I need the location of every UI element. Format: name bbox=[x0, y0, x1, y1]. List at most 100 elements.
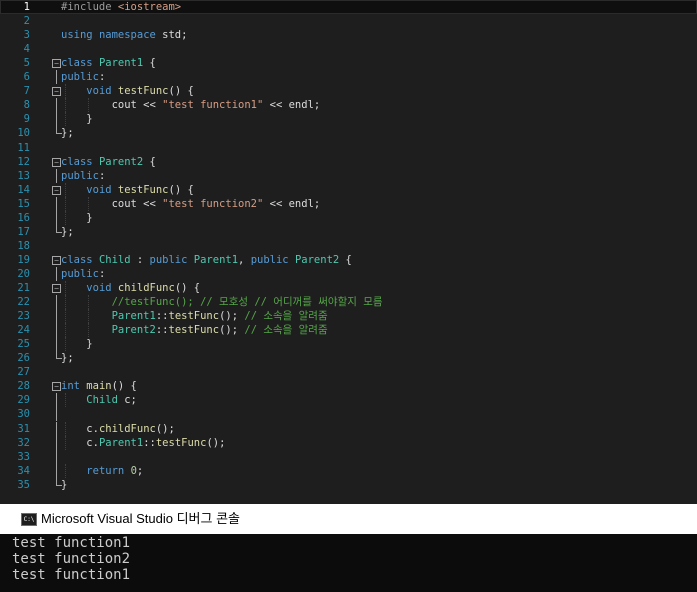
line-number: 22 bbox=[17, 296, 30, 309]
code-line[interactable]: 6 public: bbox=[0, 70, 697, 85]
line-number: 4 bbox=[23, 43, 30, 56]
collapse-toggle-icon[interactable]: − bbox=[52, 185, 61, 195]
collapse-toggle-icon[interactable]: − bbox=[52, 157, 61, 167]
code-text: cout << "test function1" << endl; bbox=[61, 99, 321, 112]
code-line[interactable]: 29 Child c; bbox=[0, 393, 697, 408]
line-number: 8 bbox=[23, 99, 30, 112]
fold-bar bbox=[56, 407, 57, 422]
code-line[interactable]: 35} bbox=[0, 477, 697, 492]
line-number: 20 bbox=[17, 267, 30, 280]
code-text: public: bbox=[61, 169, 106, 182]
code-line[interactable]: 12 − class Parent2 { bbox=[0, 155, 697, 169]
code-line[interactable]: 30 bbox=[0, 407, 697, 422]
line-number: 13 bbox=[17, 169, 30, 182]
code-text: Parent2::testFunc(); // 소속을 알려줌 bbox=[111, 324, 328, 337]
line-number: 34 bbox=[17, 464, 30, 477]
code-line[interactable]: 22 //testFunc(); // 모호성 // 어디꺼를 써야할지 모름 bbox=[0, 295, 697, 310]
line-number: 24 bbox=[17, 324, 30, 337]
code-line[interactable]: 15 cout << "test function2" << endl; bbox=[0, 196, 697, 211]
code-text: #include <iostream> bbox=[61, 1, 182, 13]
fold-bar bbox=[56, 295, 57, 310]
fold-bar bbox=[56, 449, 57, 464]
fold-bar bbox=[56, 309, 57, 324]
code-text: }; bbox=[61, 225, 74, 238]
code-text: class Parent2 { bbox=[61, 155, 156, 168]
console-titlebar[interactable]: C:\ Microsoft Visual Studio 디버그 콘솔 bbox=[0, 504, 697, 534]
fold-bar bbox=[56, 266, 57, 281]
code-text: void testFunc() { bbox=[86, 183, 194, 196]
code-line[interactable]: 10}; bbox=[0, 126, 697, 140]
code-text: void childFunc() { bbox=[86, 282, 201, 294]
fold-bar bbox=[56, 393, 57, 408]
code-text: }; bbox=[61, 352, 74, 365]
code-line[interactable]: 33 bbox=[0, 449, 697, 464]
line-number: 9 bbox=[23, 113, 30, 126]
line-number: 18 bbox=[17, 239, 30, 252]
code-line[interactable]: 3 using namespace std; bbox=[0, 28, 697, 42]
line-number: 30 bbox=[17, 408, 30, 421]
collapse-toggle-icon[interactable]: − bbox=[52, 255, 61, 265]
code-line[interactable]: 2 bbox=[0, 14, 697, 28]
code-line[interactable]: 24 Parent2::testFunc(); // 소속을 알려줌 bbox=[0, 323, 697, 338]
console-output-line: test function2 bbox=[12, 551, 131, 567]
collapse-toggle-icon[interactable]: − bbox=[52, 382, 61, 392]
fold-bar bbox=[56, 168, 57, 183]
code-line[interactable]: 17}; bbox=[0, 224, 697, 239]
console-title: Microsoft Visual Studio 디버그 콘솔 bbox=[41, 511, 241, 526]
code-text: //testFunc(); // 모호성 // 어디꺼를 써야할지 모름 bbox=[111, 296, 383, 309]
code-line[interactable]: 14 − void testFunc() { bbox=[0, 182, 697, 197]
collapse-toggle-icon[interactable]: − bbox=[52, 59, 61, 69]
line-number: 5 bbox=[23, 57, 30, 70]
code-text: public: bbox=[61, 71, 106, 84]
code-line[interactable]: 27 bbox=[0, 365, 697, 379]
code-line[interactable]: 8 cout << "test function1" << endl; bbox=[0, 98, 697, 113]
code-line[interactable]: 23 Parent1::testFunc(); // 소속을 알려줌 bbox=[0, 309, 697, 324]
code-line[interactable]: 5 − class Parent1 { bbox=[0, 56, 697, 70]
code-line[interactable]: 28 − int main() { bbox=[0, 379, 697, 393]
code-line[interactable]: 13 public: bbox=[0, 168, 697, 183]
line-number: 29 bbox=[17, 394, 30, 407]
fold-bar bbox=[56, 337, 57, 352]
line-number: 17 bbox=[17, 225, 30, 238]
line-number: 16 bbox=[17, 211, 30, 224]
code-line[interactable]: 20 public: bbox=[0, 266, 697, 281]
code-editor[interactable]: 1 #include <iostream> 2 3 using namespace st… bbox=[0, 0, 697, 500]
line-number: 21 bbox=[17, 282, 30, 294]
line-number: 6 bbox=[23, 71, 30, 84]
code-line[interactable]: 16 } bbox=[0, 210, 697, 225]
fold-bar bbox=[56, 463, 57, 478]
line-number: 32 bbox=[17, 436, 30, 449]
code-text: Parent1::testFunc(); // 소속을 알려줌 bbox=[111, 310, 328, 323]
code-line[interactable]: 31 c.childFunc(); bbox=[0, 421, 697, 436]
code-line[interactable]: 18 bbox=[0, 239, 697, 253]
fold-bar bbox=[56, 435, 57, 450]
line-number: 11 bbox=[17, 141, 30, 154]
code-line[interactable]: 21 − void childFunc() { bbox=[0, 281, 697, 295]
code-text: cout << "test function2" << endl; bbox=[61, 197, 321, 210]
console-output-line: test function1 bbox=[12, 567, 131, 583]
code-line[interactable]: 19 − class Child : public Parent1, public … bbox=[0, 253, 697, 267]
line-number: 26 bbox=[17, 352, 30, 365]
code-line[interactable]: 4 bbox=[0, 42, 697, 56]
code-line[interactable]: 34 return 0; bbox=[0, 463, 697, 478]
line-number: 12 bbox=[17, 155, 30, 168]
collapse-toggle-icon[interactable]: − bbox=[52, 87, 61, 97]
code-line[interactable]: 11 bbox=[0, 141, 697, 155]
code-line[interactable]: 26}; bbox=[0, 351, 697, 365]
code-line[interactable]: 25 } bbox=[0, 337, 697, 352]
code-text: } bbox=[61, 113, 93, 126]
code-text: class Parent1 { bbox=[61, 57, 156, 70]
code-text: } bbox=[61, 478, 68, 491]
code-line[interactable]: 9 } bbox=[0, 112, 697, 127]
line-number: 7 bbox=[23, 85, 30, 98]
code-text: class Child : public Parent1, public Par… bbox=[61, 253, 352, 266]
code-text: Child c; bbox=[86, 394, 137, 407]
collapse-toggle-icon[interactable]: − bbox=[52, 284, 61, 293]
code-line[interactable]: 7 − void testFunc() { bbox=[0, 84, 697, 99]
line-number: 31 bbox=[17, 422, 30, 435]
console-output[interactable]: test function1 test function2 test funct… bbox=[0, 534, 697, 592]
code-line[interactable]: 32 c.Parent1::testFunc(); bbox=[0, 435, 697, 450]
fold-bar bbox=[56, 323, 57, 338]
code-line[interactable]: 1 #include <iostream> bbox=[0, 0, 697, 14]
line-number: 33 bbox=[17, 450, 30, 463]
